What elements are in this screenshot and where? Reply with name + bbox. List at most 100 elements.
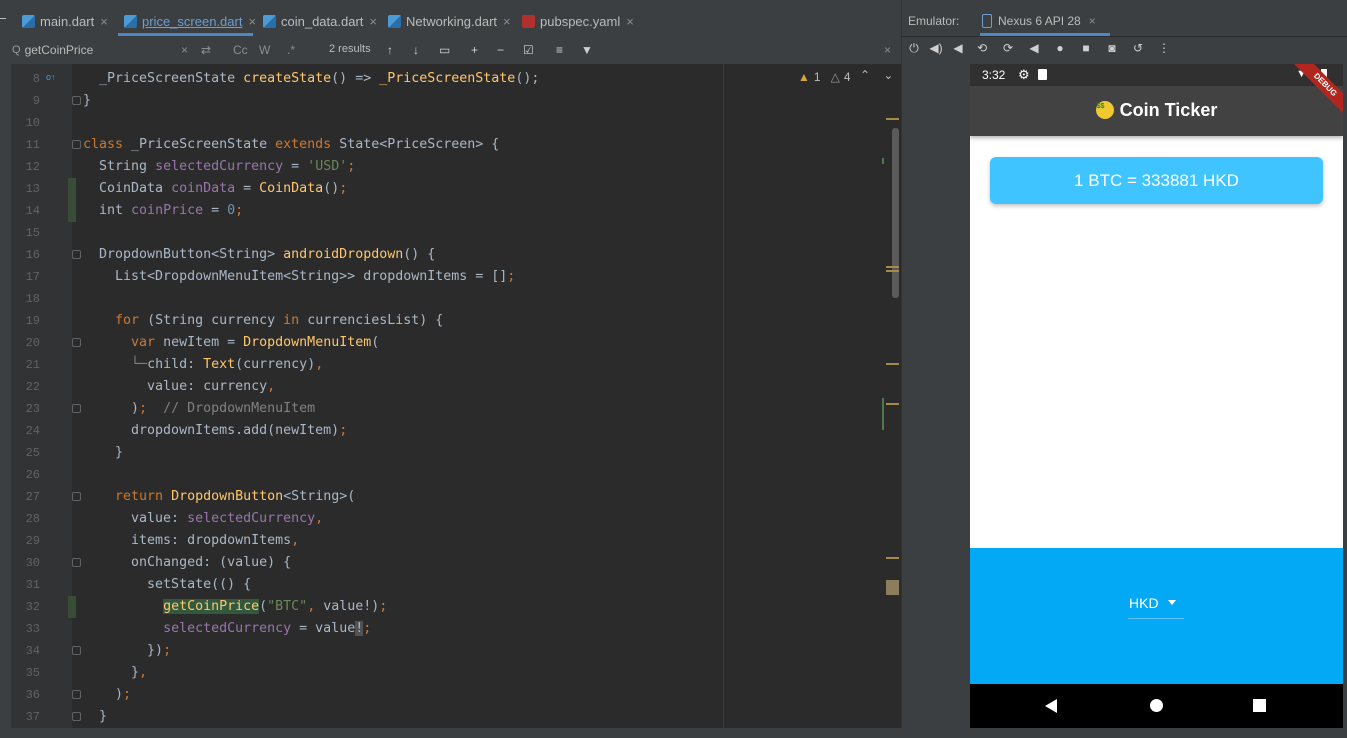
tab-label: coin_data.dart	[281, 13, 364, 29]
line-number: 13	[25, 182, 40, 196]
fold-icon[interactable]	[72, 646, 81, 655]
code-line: }	[83, 709, 108, 724]
fold-icon[interactable]	[72, 250, 81, 259]
fold-icon[interactable]	[72, 690, 81, 699]
fold-icon[interactable]	[72, 404, 81, 413]
phone-screen[interactable]: 3:32 ⚙ ▼ Coin Ticker DEBUG 1 BTC = 33388…	[970, 64, 1343, 728]
close-icon[interactable]: ×	[369, 14, 377, 29]
error-stripe-mark[interactable]	[886, 363, 899, 365]
power-icon[interactable]: ⏻	[906, 41, 922, 56]
nav-recents-icon[interactable]	[1253, 699, 1266, 712]
add-selection-icon[interactable]: +	[471, 41, 478, 59]
volume-down-icon[interactable]: ◀	[950, 41, 966, 55]
nav-back-icon[interactable]	[1045, 699, 1057, 713]
warning-icon: ▲	[798, 70, 810, 84]
next-occurrence-icon[interactable]: ↓	[413, 41, 419, 59]
editor-pane: main.dart × price_screen.dart × coin_dat…	[0, 0, 901, 738]
fold-icon[interactable]	[72, 140, 81, 149]
nav-home-icon[interactable]	[1150, 699, 1163, 712]
dart-file-icon	[22, 14, 35, 28]
close-icon[interactable]: ×	[248, 14, 256, 29]
more-options-icon[interactable]: ⋮	[1156, 41, 1172, 55]
line-number: 31	[25, 578, 40, 592]
code-line: items: dropdownItems,	[83, 533, 300, 548]
error-stripe-mark[interactable]	[886, 118, 899, 120]
fold-icon[interactable]	[72, 492, 81, 501]
line-number: 25	[25, 446, 40, 460]
gear-icon: ⚙	[1018, 67, 1030, 82]
chevron-up-icon[interactable]: ⌃	[860, 68, 870, 82]
replace-toggle-icon[interactable]: ⇄	[201, 41, 211, 59]
inspection-widget[interactable]: ▲ 1 △ 4	[798, 70, 851, 84]
device-icon	[982, 14, 992, 28]
error-stripe-mark[interactable]	[886, 266, 899, 268]
tab-pubspec-yaml[interactable]: pubspec.yaml ×	[522, 6, 634, 36]
tab-label: main.dart	[40, 13, 95, 29]
overview-icon[interactable]: ■	[1078, 41, 1094, 55]
line-number: 8	[32, 72, 40, 86]
search-options-icon[interactable]: ≡	[556, 41, 563, 59]
clear-search-icon[interactable]: ×	[181, 41, 188, 59]
select-all-occurrences-icon[interactable]: ☑	[523, 41, 534, 59]
editor-scrollbar[interactable]	[892, 128, 899, 298]
tab-networking-dart[interactable]: Networking.dart ×	[388, 6, 511, 36]
yaml-file-icon	[522, 14, 535, 28]
match-case-button[interactable]: Cc	[233, 41, 248, 59]
line-number: 12	[25, 160, 40, 174]
back-icon[interactable]: ◀	[1026, 41, 1042, 55]
code-line: List<DropdownMenuItem<String>> dropdownI…	[83, 269, 516, 284]
error-stripe-mark[interactable]	[886, 270, 899, 272]
close-icon[interactable]: ×	[503, 14, 511, 29]
override-gutter-icon[interactable]: o↑	[46, 72, 56, 82]
tab-nexus-6-api-28[interactable]: Nexus 6 API 28 ×	[982, 6, 1096, 36]
weak-warning-count: 4	[843, 70, 851, 84]
error-stripe-mark[interactable]	[886, 557, 899, 559]
line-number: 18	[25, 292, 40, 306]
home-icon[interactable]: ●	[1052, 41, 1068, 55]
error-stripe-mark[interactable]	[886, 403, 899, 405]
code-line: └─child: Text(currency),	[131, 357, 324, 372]
close-find-icon[interactable]: ×	[884, 41, 891, 59]
find-results-count: 2 results	[329, 43, 371, 55]
fold-icon[interactable]	[72, 96, 81, 105]
rotate-left-icon[interactable]: ⟲	[974, 41, 990, 55]
remove-selection-icon[interactable]: −	[497, 41, 504, 59]
tab-main-dart[interactable]: main.dart ×	[22, 6, 108, 36]
code-editor[interactable]: 8 9 10 11 12 13 14 15 16 17 18 19 20 21 22 23 24 25 26 27 28…	[0, 64, 901, 728]
line-number: 11	[25, 138, 40, 152]
line-number: 37	[25, 710, 40, 724]
dart-file-icon	[388, 14, 401, 28]
android-nav-bar	[970, 684, 1343, 728]
camera-icon[interactable]: ◙	[1104, 41, 1120, 55]
snapshot-icon[interactable]: ↺	[1130, 41, 1146, 55]
line-number: 14	[25, 204, 40, 218]
close-icon[interactable]: ×	[626, 14, 634, 29]
volume-up-icon[interactable]: ◀)	[928, 41, 944, 55]
previous-occurrence-icon[interactable]: ↑	[387, 41, 393, 59]
emulator-tab-bar: Emulator: Nexus 6 API 28 ×	[902, 0, 1347, 37]
tab-coin-data-dart[interactable]: coin_data.dart ×	[263, 6, 377, 36]
code-line: }	[83, 445, 124, 460]
code-line: String selectedCurrency = 'USD';	[83, 159, 356, 174]
tab-price-screen-dart[interactable]: price_screen.dart ×	[124, 6, 256, 36]
find-input[interactable]: Q getCoinPrice	[12, 40, 182, 60]
chevron-down-icon[interactable]: ⌄	[883, 68, 893, 82]
words-button[interactable]: W	[259, 41, 270, 59]
filter-icon[interactable]: ▼	[581, 41, 593, 59]
bottom-status-strip	[0, 728, 1347, 738]
regex-button[interactable]: .*	[287, 41, 295, 59]
currency-dropdown[interactable]: HKD	[1128, 592, 1184, 619]
close-icon[interactable]: ×	[100, 14, 108, 29]
fold-icon[interactable]	[72, 338, 81, 347]
rotate-right-icon[interactable]: ⟳	[1000, 41, 1016, 55]
fold-icon[interactable]	[72, 712, 81, 721]
close-icon[interactable]: ×	[1089, 14, 1096, 28]
fold-icon[interactable]	[72, 558, 81, 567]
find-bar: Q getCoinPrice × ⇄ Cc W .* 2 results ↑ ↓…	[0, 36, 901, 65]
emulator-label: Emulator:	[908, 14, 960, 28]
filter-results-icon[interactable]: ▭	[439, 41, 450, 59]
change-stripe-mark	[882, 398, 884, 430]
find-query: getCoinPrice	[24, 43, 94, 57]
gutter-stripe	[0, 64, 11, 728]
code-line: int coinPrice = 0;	[83, 203, 244, 218]
